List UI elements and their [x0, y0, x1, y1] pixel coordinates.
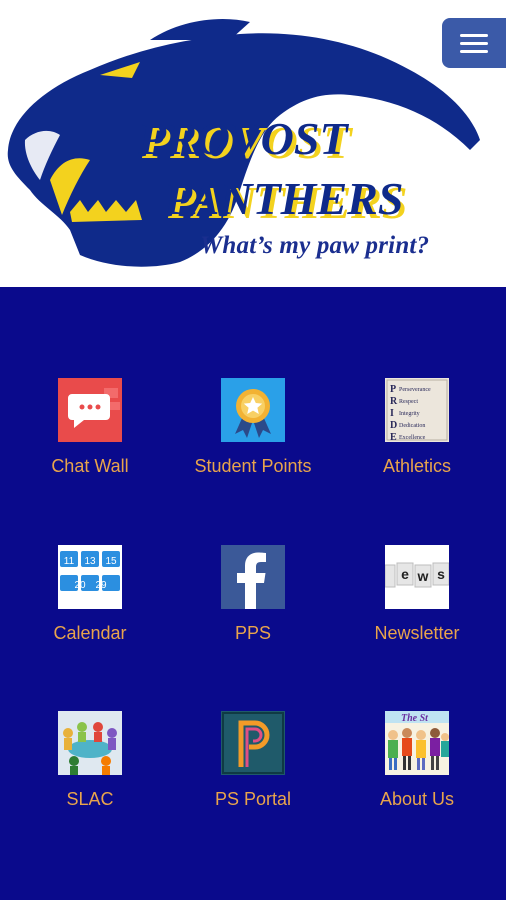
svg-text:11: 11 — [64, 556, 75, 567]
svg-text:E: E — [390, 432, 397, 442]
logo-provost: PROVOST — [137, 113, 349, 164]
svg-text:D: D — [390, 420, 397, 431]
tile-student-points[interactable]: Student Points — [169, 378, 337, 498]
tile-athletics[interactable]: P R I D E Perseverance Respect Integrity… — [333, 378, 501, 498]
tile-ps-portal[interactable]: PS Portal — [169, 711, 337, 831]
svg-text:R: R — [390, 396, 398, 407]
hamburger-icon-bar-2 — [460, 42, 488, 45]
calendar-icon: 11 13 15 20 29 — [58, 545, 122, 609]
tile-chat-wall[interactable]: Chat Wall — [6, 378, 174, 498]
pride-acronym-icon: P R I D E Perseverance Respect Integrity… — [385, 378, 449, 442]
tile-pps[interactable]: PPS — [169, 545, 337, 665]
tagline: What’s my paw print? — [200, 232, 430, 259]
svg-text:Excellence: Excellence — [399, 435, 426, 441]
svg-text:I: I — [390, 408, 394, 419]
hamburger-icon-bar-1 — [460, 34, 488, 37]
tile-label: Calendar — [53, 623, 127, 643]
svg-text:e: e — [401, 566, 409, 582]
tile-slac[interactable]: SLAC — [6, 711, 174, 831]
svg-text:Respect: Respect — [399, 399, 418, 405]
tile-newsletter[interactable]: e w s Newsletter — [333, 545, 501, 665]
svg-text:Dedication: Dedication — [399, 423, 425, 429]
tile-grid: Chat Wall Student Points P R I D E Perse… — [0, 287, 506, 900]
svg-text:15: 15 — [105, 556, 117, 567]
chat-wall-icon — [58, 378, 122, 442]
logo-panthers: PANTHERS — [163, 173, 403, 224]
hamburger-icon-bar-3 — [460, 50, 488, 53]
svg-text:Integrity: Integrity — [399, 411, 420, 417]
tile-label: Athletics — [382, 456, 452, 476]
tile-about-us[interactable]: The St About Us — [333, 711, 501, 831]
kids-group-icon: The St — [385, 711, 449, 775]
svg-text:w: w — [417, 568, 429, 584]
tile-label: SLAC — [66, 789, 114, 809]
tile-label: Newsletter — [374, 623, 460, 643]
svg-text:Perseverance: Perseverance — [399, 387, 431, 393]
tile-calendar[interactable]: 11 13 15 20 29 Calendar — [6, 545, 174, 665]
powerschool-icon — [221, 711, 285, 775]
menu-button[interactable] — [442, 18, 506, 68]
news-tiles-icon: e w s — [385, 545, 449, 609]
svg-text:The St: The St — [401, 713, 429, 724]
tile-label: Chat Wall — [51, 456, 129, 476]
svg-text:13: 13 — [84, 556, 96, 567]
facebook-icon — [221, 545, 285, 609]
app-header: PROVOST PROVOST PANTHERS PANTHERS What’s… — [0, 0, 506, 287]
svg-text:20: 20 — [74, 580, 86, 591]
tile-label: Student Points — [194, 456, 312, 476]
tile-label: PS Portal — [214, 789, 292, 809]
tile-label: About Us — [379, 789, 455, 809]
svg-text:P: P — [390, 384, 396, 395]
svg-text:s: s — [437, 566, 445, 582]
award-badge-icon — [221, 378, 285, 442]
svg-text:29: 29 — [95, 580, 107, 591]
meeting-people-icon — [58, 711, 122, 775]
tile-label: PPS — [234, 623, 272, 643]
